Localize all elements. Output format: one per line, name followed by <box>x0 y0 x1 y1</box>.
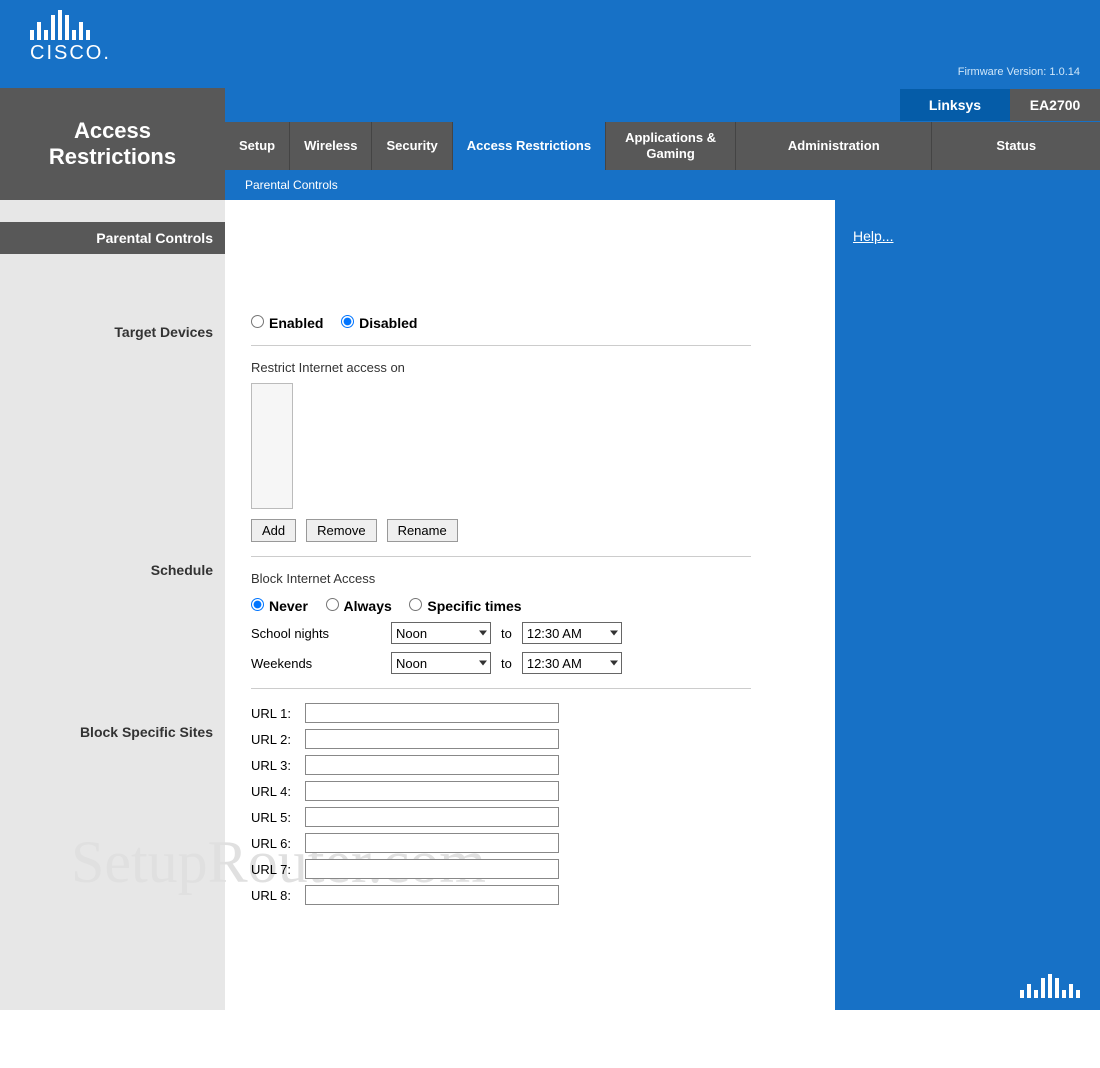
cisco-footer-logo <box>1020 974 1080 998</box>
rail-target-devices: Target Devices <box>0 316 225 348</box>
url-row: URL 4: <box>251 781 813 801</box>
model-name: EA2700 <box>1010 89 1100 121</box>
weekend-from-select[interactable]: Noon <box>391 652 491 674</box>
url-input-3[interactable] <box>305 755 559 775</box>
never-option[interactable]: Never <box>251 598 308 614</box>
url-label: URL 1: <box>251 706 305 721</box>
url-input-2[interactable] <box>305 729 559 749</box>
always-option[interactable]: Always <box>326 598 392 614</box>
school-nights-label: School nights <box>251 626 381 641</box>
url-input-4[interactable] <box>305 781 559 801</box>
url-label: URL 7: <box>251 862 305 877</box>
page-title-block: Access Restrictions <box>0 88 225 200</box>
url-row: URL 2: <box>251 729 813 749</box>
cisco-bars-icon <box>1020 974 1080 998</box>
url-row: URL 5: <box>251 807 813 827</box>
weekends-row: Weekends Noon to 12:30 AM <box>251 652 813 674</box>
school-nights-row: School nights Noon to 12:30 AM <box>251 622 813 644</box>
tab-applications-gaming[interactable]: Applications & Gaming <box>606 122 736 170</box>
url-label: URL 4: <box>251 784 305 799</box>
url-label: URL 3: <box>251 758 305 773</box>
status-radio-group: Enabled Disabled <box>251 315 813 331</box>
main-panel: SetupRouter.com Enabled Disabled Restric… <box>225 200 835 1010</box>
nav-right: Linksys EA2700 Setup Wireless Security A… <box>225 88 1100 200</box>
rail-block-sites: Block Specific Sites <box>0 716 225 748</box>
help-link[interactable]: Help... <box>853 228 893 244</box>
tab-access-restrictions[interactable]: Access Restrictions <box>453 122 606 170</box>
url-row: URL 6: <box>251 833 813 853</box>
url-input-8[interactable] <box>305 885 559 905</box>
nav-wrap: Access Restrictions Linksys EA2700 Setup… <box>0 88 1100 200</box>
url-row: URL 1: <box>251 703 813 723</box>
rail-parental-controls: Parental Controls <box>0 222 225 254</box>
restrict-label: Restrict Internet access on <box>251 360 813 375</box>
url-label: URL 2: <box>251 732 305 747</box>
url-row: URL 3: <box>251 755 813 775</box>
url-input-7[interactable] <box>305 859 559 879</box>
main-tabs: Setup Wireless Security Access Restricti… <box>225 122 1100 170</box>
school-to-select[interactable]: 12:30 AM <box>522 622 622 644</box>
divider <box>251 688 751 689</box>
remove-button[interactable]: Remove <box>306 519 376 542</box>
cisco-bars-icon <box>30 10 111 40</box>
cisco-logo: CISCO. <box>30 10 111 65</box>
enabled-radio[interactable] <box>251 315 264 328</box>
enabled-option[interactable]: Enabled <box>251 315 323 331</box>
tab-setup[interactable]: Setup <box>225 122 290 170</box>
url-input-5[interactable] <box>305 807 559 827</box>
add-button[interactable]: Add <box>251 519 296 542</box>
divider <box>251 345 751 346</box>
left-rail: Parental Controls Target Devices Schedul… <box>0 200 225 1010</box>
device-list[interactable] <box>251 383 293 509</box>
tab-status[interactable]: Status <box>932 122 1100 170</box>
brand-row: Linksys EA2700 <box>225 88 1100 122</box>
url-input-6[interactable] <box>305 833 559 853</box>
help-sidebar: Help... <box>835 200 1100 1010</box>
schedule-radio-group: Never Always Specific times <box>251 598 813 614</box>
never-radio[interactable] <box>251 598 264 611</box>
rename-button[interactable]: Rename <box>387 519 458 542</box>
url-label: URL 6: <box>251 836 305 851</box>
always-radio[interactable] <box>326 598 339 611</box>
firmware-version: Firmware Version: 1.0.14 <box>958 66 1080 78</box>
specific-radio[interactable] <box>409 598 422 611</box>
tab-administration[interactable]: Administration <box>736 122 932 170</box>
block-access-label: Block Internet Access <box>251 571 813 586</box>
weekend-to-select[interactable]: 12:30 AM <box>522 652 622 674</box>
to-label: to <box>501 626 512 641</box>
url-row: URL 7: <box>251 859 813 879</box>
device-buttons: Add Remove Rename <box>251 519 813 542</box>
disabled-option[interactable]: Disabled <box>341 315 417 331</box>
top-banner: CISCO. Firmware Version: 1.0.14 <box>0 0 1100 88</box>
brand-name: Linksys <box>900 89 1010 121</box>
school-from-select[interactable]: Noon <box>391 622 491 644</box>
cisco-logo-text: CISCO. <box>30 42 111 65</box>
url-row: URL 8: <box>251 885 813 905</box>
to-label: to <box>501 656 512 671</box>
body-row: Parental Controls Target Devices Schedul… <box>0 200 1100 1010</box>
rail-schedule: Schedule <box>0 554 225 586</box>
specific-option[interactable]: Specific times <box>409 598 521 614</box>
subtab-row: Parental Controls <box>225 170 1100 200</box>
page-title: Access Restrictions <box>49 118 176 171</box>
url-label: URL 5: <box>251 810 305 825</box>
disabled-radio[interactable] <box>341 315 354 328</box>
tab-security[interactable]: Security <box>372 122 452 170</box>
url-list: URL 1: URL 2: URL 3: URL 4: URL 5: URL 6: URL … <box>251 703 813 905</box>
subtab-parental-controls[interactable]: Parental Controls <box>245 178 338 192</box>
tab-wireless[interactable]: Wireless <box>290 122 372 170</box>
url-label: URL 8: <box>251 888 305 903</box>
url-input-1[interactable] <box>305 703 559 723</box>
divider <box>251 556 751 557</box>
weekends-label: Weekends <box>251 656 381 671</box>
